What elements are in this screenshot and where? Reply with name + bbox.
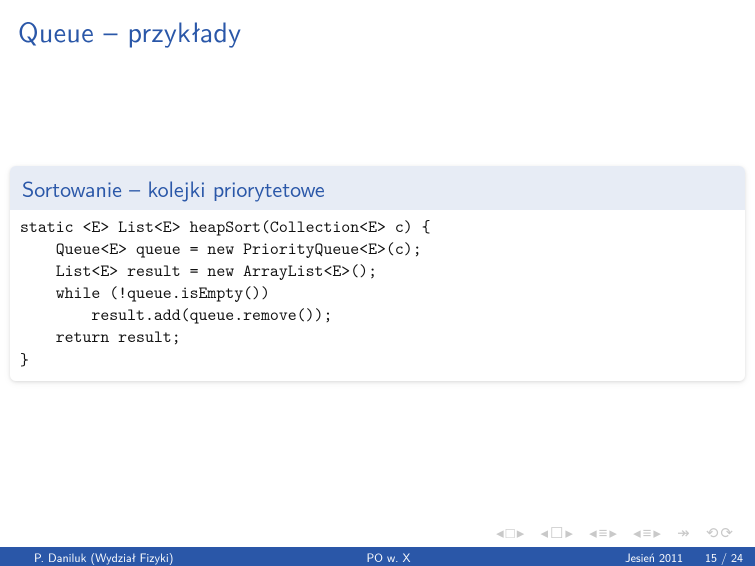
footer-bar: P. Daniluk (Wydział Fizyki) PO w. X Jesi… xyxy=(0,547,755,566)
nav-appendix-icon[interactable]: ↠ xyxy=(677,525,692,542)
footer-right: Jesień 2011 15 / 24 xyxy=(507,548,755,566)
nav-presentation-icon[interactable]: ◂≡▸ xyxy=(633,525,663,542)
nav-subsection-icon[interactable]: ◂☐▸ xyxy=(540,525,575,542)
example-block: Sortowanie – kolejki priorytetowe static… xyxy=(10,166,745,381)
beamer-nav-symbols[interactable]: ◂□▸ ◂☐▸ ◂≡▸ ◂≡▸ ↠ ⟲⟳ xyxy=(492,524,739,542)
nav-section-icon[interactable]: ◂≡▸ xyxy=(589,525,619,542)
block-title: Sortowanie – kolejki priorytetowe xyxy=(10,166,745,210)
nav-frame-icon[interactable]: ◂□▸ xyxy=(496,525,526,542)
footer-page-number: 15 / 24 xyxy=(705,548,743,566)
footer-author: P. Daniluk (Wydział Fizyki) xyxy=(0,548,270,566)
footer-short-title: PO w. X xyxy=(270,548,506,566)
code-listing: static <E> List<E> heapSort(Collection<E… xyxy=(10,210,745,381)
footer-date: Jesień 2011 xyxy=(625,548,683,566)
nav-back-forward-icon[interactable]: ⟲⟳ xyxy=(706,525,735,542)
slide-title: Queue – przykłady xyxy=(0,0,755,51)
